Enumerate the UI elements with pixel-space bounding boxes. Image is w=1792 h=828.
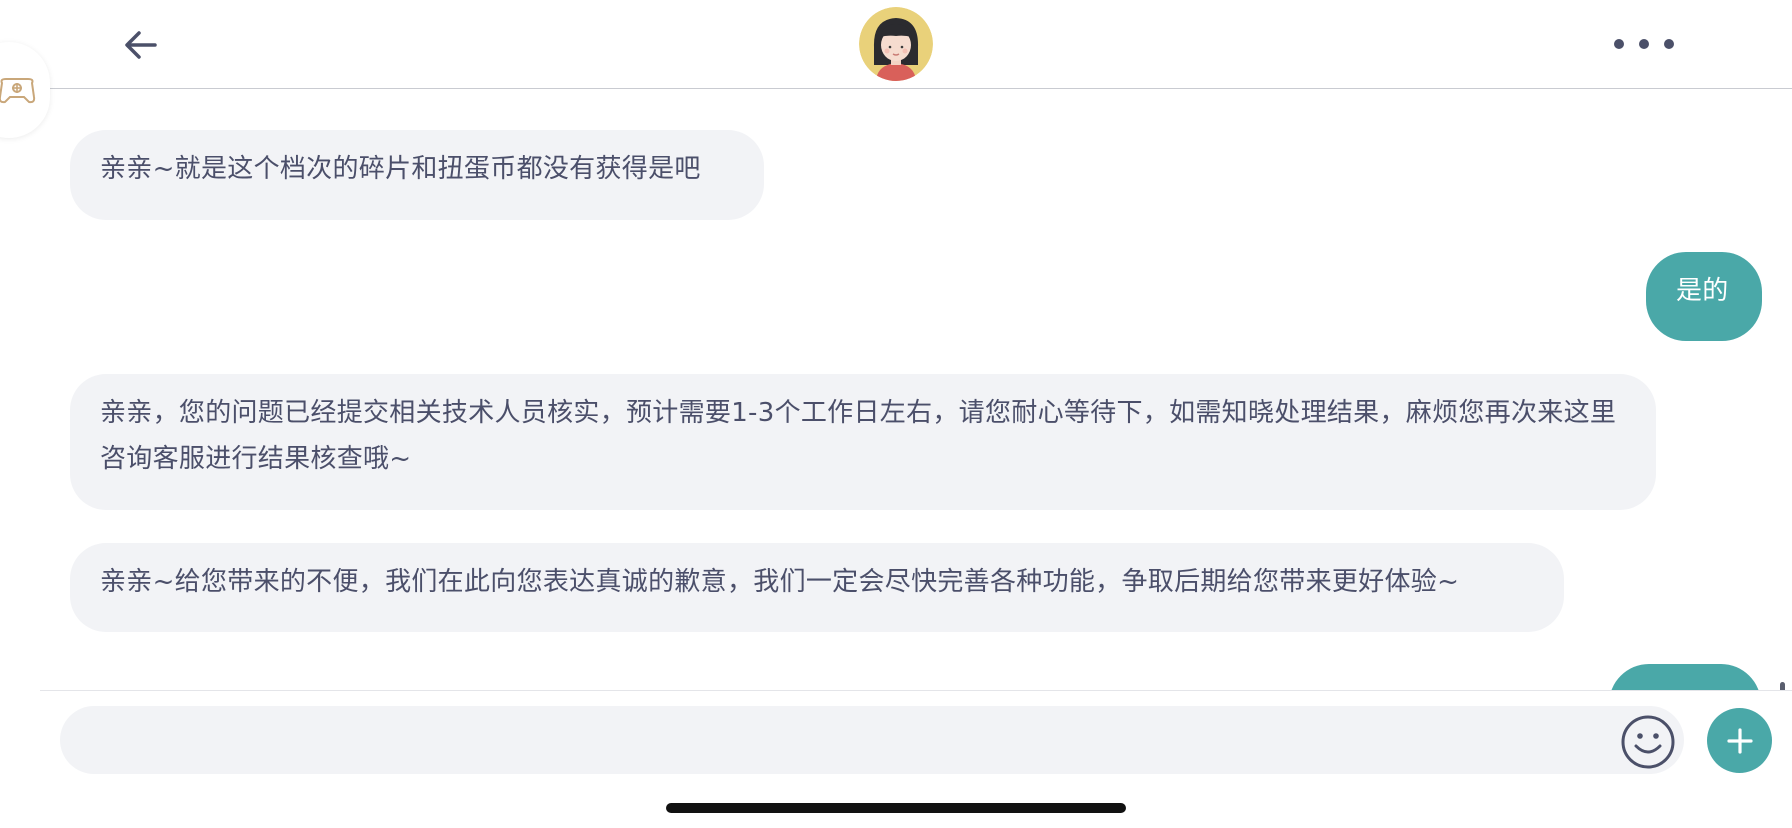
more-dot xyxy=(1614,39,1624,49)
plus-icon xyxy=(1726,727,1753,754)
agent-message: 亲亲~就是这个档次的碎片和扭蛋币都没有获得是吧 xyxy=(70,130,764,220)
agent-avatar[interactable] xyxy=(859,7,933,81)
home-indicator[interactable] xyxy=(666,803,1126,813)
message-text: 亲亲~给您带来的不便，我们在此向您表达真诚的歉意，我们一定会尽快完善各种功能，争… xyxy=(100,567,1460,597)
avatar-image xyxy=(859,7,933,81)
smiley-icon xyxy=(1621,715,1675,769)
input-divider xyxy=(40,690,1792,691)
emoji-button[interactable] xyxy=(1620,714,1676,770)
user-message xyxy=(1609,664,1761,690)
user-message: 是的 xyxy=(1646,252,1762,341)
message-text: 亲亲，您的问题已经提交相关技术人员核实，预计需要1-3个工作日左右，请您耐心等待… xyxy=(100,398,1617,474)
message-input[interactable] xyxy=(60,706,1684,774)
add-attachment-button[interactable] xyxy=(1707,708,1772,773)
agent-message: 亲亲，您的问题已经提交相关技术人员核实，预计需要1-3个工作日左右，请您耐心等待… xyxy=(70,374,1656,510)
scrollbar-thumb[interactable] xyxy=(1780,682,1785,690)
agent-message: 亲亲~给您带来的不便，我们在此向您表达真诚的歉意，我们一定会尽快完善各种功能，争… xyxy=(70,543,1564,632)
arrow-left-icon xyxy=(125,31,157,59)
chat-screen: 亲亲~就是这个档次的碎片和扭蛋币都没有获得是吧 是的 亲亲，您的问题已经提交相关… xyxy=(0,0,1792,828)
more-dot xyxy=(1639,39,1649,49)
message-text: 亲亲~就是这个档次的碎片和扭蛋币都没有获得是吧 xyxy=(100,154,701,184)
message-list[interactable]: 亲亲~就是这个档次的碎片和扭蛋币都没有获得是吧 是的 亲亲，您的问题已经提交相关… xyxy=(0,89,1792,690)
back-button[interactable] xyxy=(118,22,164,68)
message-text: 是的 xyxy=(1676,276,1729,306)
more-button[interactable] xyxy=(1614,24,1674,64)
more-dot xyxy=(1664,39,1674,49)
chat-header xyxy=(0,0,1792,89)
